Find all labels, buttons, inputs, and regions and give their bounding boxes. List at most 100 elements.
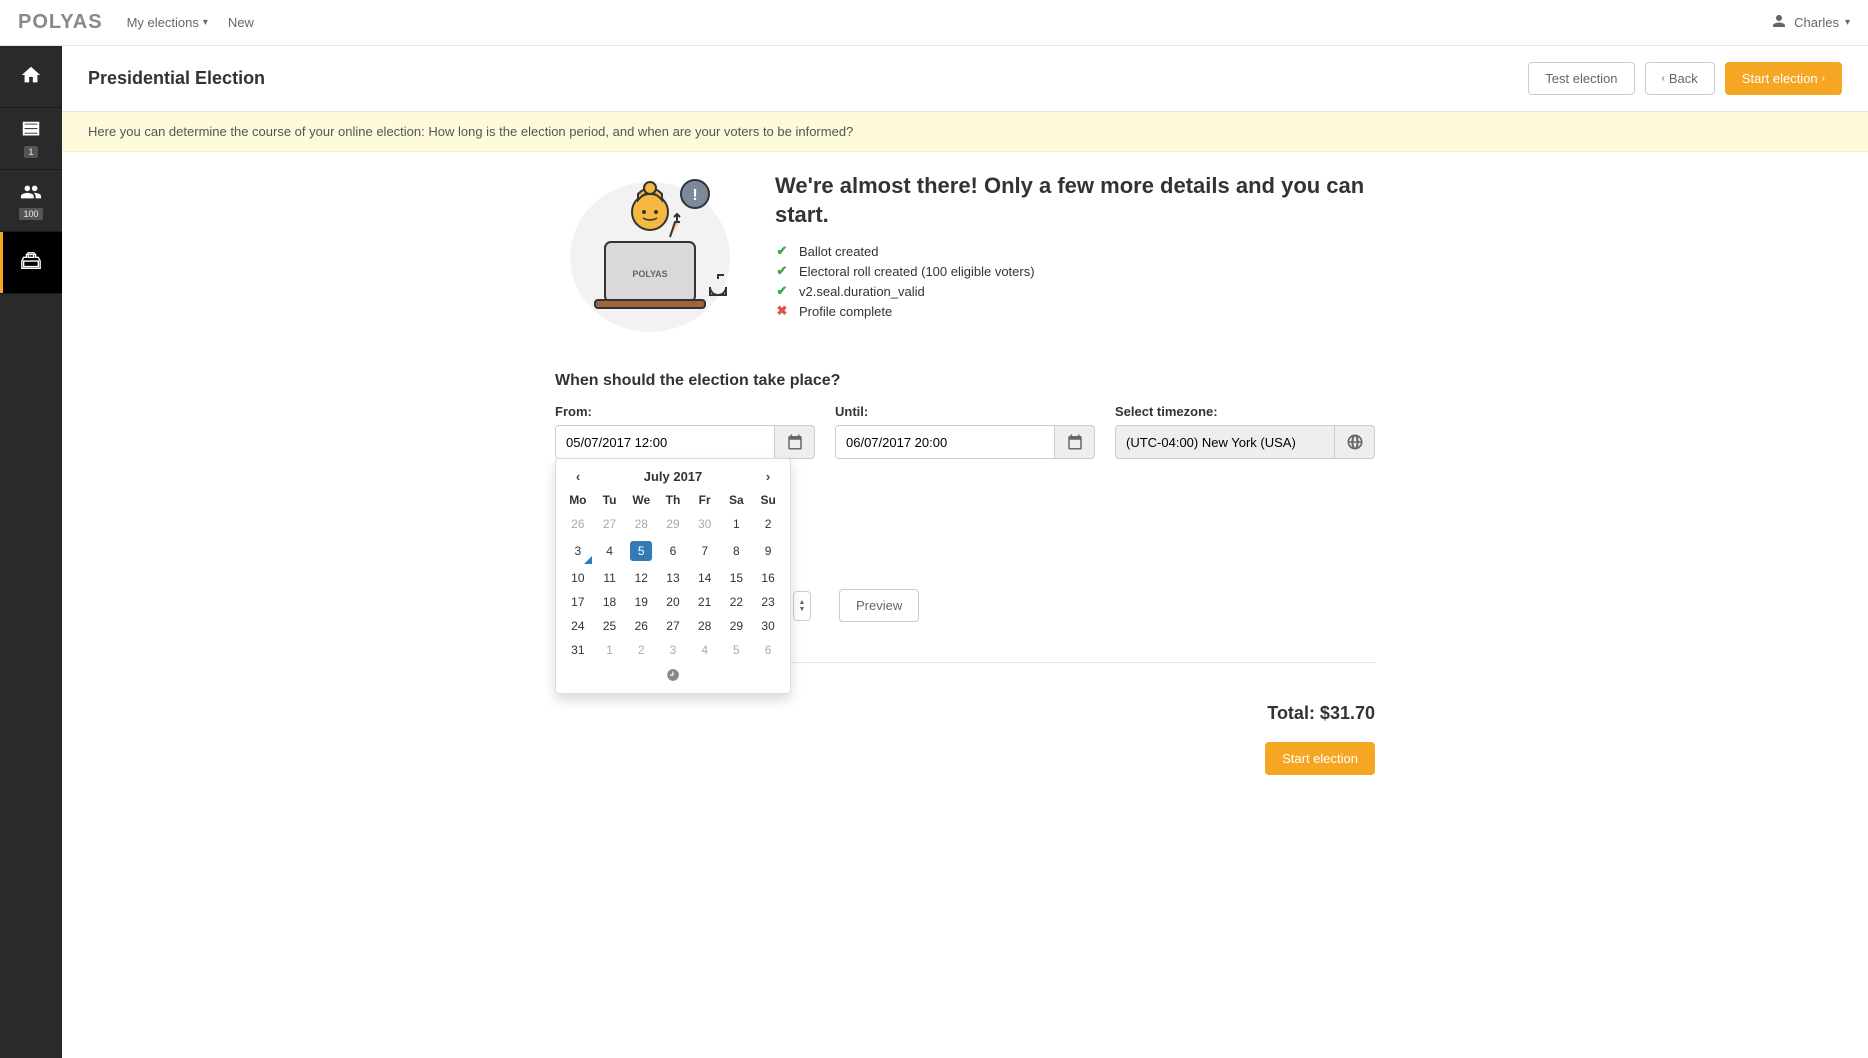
sidebar-item-seal[interactable]	[0, 232, 62, 294]
dp-dow-cell: Th	[657, 488, 689, 512]
list-icon	[20, 119, 42, 144]
page-title: Presidential Election	[88, 68, 265, 89]
dp-day[interactable]: 11	[594, 566, 626, 590]
start-election-button[interactable]: Start election ›	[1725, 62, 1842, 95]
dp-day[interactable]: 12	[625, 566, 657, 590]
group-icon	[20, 181, 42, 206]
topbar: POLYAS My elections ▾ New Charles ▾	[0, 0, 1868, 46]
dp-day[interactable]: 28	[625, 512, 657, 536]
main: Presidential Election Test election ‹ Ba…	[62, 46, 1868, 815]
dp-day[interactable]: 25	[594, 614, 626, 638]
dp-day[interactable]: 23	[752, 590, 784, 614]
dp-day[interactable]: 3	[657, 638, 689, 662]
dp-day[interactable]: 17	[562, 590, 594, 614]
dp-dow-cell: Tu	[594, 488, 626, 512]
dp-day[interactable]: 28	[689, 614, 721, 638]
dp-day[interactable]: 26	[562, 512, 594, 536]
dp-next[interactable]: ›	[758, 469, 778, 484]
dp-day[interactable]: 13	[657, 566, 689, 590]
chevron-down-icon: ▾	[203, 17, 208, 28]
start-election-button-bottom[interactable]: Start election	[1265, 742, 1375, 775]
dp-prev[interactable]: ‹	[568, 469, 588, 484]
globe-icon[interactable]	[1335, 425, 1375, 459]
chevron-left-icon: ‹	[1662, 73, 1665, 84]
checklist-label: Electoral roll created (100 eligible vot…	[799, 264, 1035, 279]
dp-day[interactable]: 29	[721, 614, 753, 638]
dp-dow-cell: Su	[752, 488, 784, 512]
dp-day[interactable]: 22	[721, 590, 753, 614]
ballot-box-icon	[20, 250, 42, 275]
nav-my-elections-label: My elections	[127, 15, 199, 30]
info-bar: Here you can determine the course of you…	[62, 112, 1868, 152]
datepicker: ‹ July 2017 › MoTuWeThFrSaSu 26272829301…	[555, 458, 791, 694]
schedule-section: When should the election take place? Fro…	[555, 372, 1375, 622]
dp-day[interactable]: 30	[752, 614, 784, 638]
dp-day[interactable]: 19	[625, 590, 657, 614]
dp-day[interactable]: 24	[562, 614, 594, 638]
caret-up-icon: ▲	[799, 599, 806, 606]
tz-input[interactable]	[1115, 425, 1335, 459]
dp-day[interactable]: 26	[625, 614, 657, 638]
dp-dow-cell: Fr	[689, 488, 721, 512]
preview-button[interactable]: Preview	[839, 589, 919, 622]
until-input[interactable]	[835, 425, 1055, 459]
dp-day[interactable]: 31	[562, 638, 594, 662]
dp-day[interactable]: 27	[594, 512, 626, 536]
check-icon: ✔	[775, 243, 789, 259]
checklist-item: ✔Electoral roll created (100 eligible vo…	[775, 263, 1375, 279]
brand-logo: POLYAS	[18, 11, 103, 34]
dp-day[interactable]: 1	[594, 638, 626, 662]
from-input[interactable]	[555, 425, 775, 459]
svg-text:!: !	[692, 187, 697, 204]
test-election-button[interactable]: Test election	[1528, 62, 1634, 95]
dp-day[interactable]: 10	[562, 566, 594, 590]
dp-day[interactable]: 27	[657, 614, 689, 638]
dp-day[interactable]: 3	[562, 536, 594, 566]
calendar-icon[interactable]	[775, 425, 815, 459]
checklist-label: v2.seal.duration_valid	[799, 284, 925, 299]
total-text: Total: $31.70	[1265, 703, 1375, 724]
dp-day[interactable]: 5	[721, 638, 753, 662]
dp-table: MoTuWeThFrSaSu 2627282930123456789101112…	[562, 488, 784, 662]
dp-day[interactable]: 15	[721, 566, 753, 590]
dp-day[interactable]: 7	[689, 536, 721, 566]
dp-day[interactable]: 21	[689, 590, 721, 614]
dp-time-toggle[interactable]	[562, 662, 784, 687]
checklist: ✔Ballot created✔Electoral roll created (…	[775, 243, 1375, 319]
dp-day[interactable]: 20	[657, 590, 689, 614]
dp-day[interactable]: 2	[625, 638, 657, 662]
tz-input-group	[1115, 425, 1375, 459]
nav-new[interactable]: New	[228, 15, 254, 30]
dp-day[interactable]: 29	[657, 512, 689, 536]
dp-day[interactable]: 14	[689, 566, 721, 590]
calendar-icon[interactable]	[1055, 425, 1095, 459]
back-label: Back	[1669, 71, 1698, 86]
dp-day[interactable]: 4	[689, 638, 721, 662]
dp-day[interactable]: 6	[657, 536, 689, 566]
sidebar: 1 100	[0, 46, 62, 1058]
dp-dow-cell: Mo	[562, 488, 594, 512]
dp-day[interactable]: 5	[625, 536, 657, 566]
user-menu[interactable]: Charles ▾	[1770, 12, 1850, 33]
sidebar-item-voters[interactable]: 100	[0, 170, 62, 232]
dp-day[interactable]: 16	[752, 566, 784, 590]
stepper-button[interactable]: ▲ ▼	[793, 591, 811, 621]
chevron-down-icon: ▾	[1845, 17, 1850, 28]
checklist-item: ✔v2.seal.duration_valid	[775, 283, 1375, 299]
dp-day[interactable]: 9	[752, 536, 784, 566]
dp-month[interactable]: July 2017	[644, 469, 703, 484]
dp-day[interactable]: 2	[752, 512, 784, 536]
dp-day[interactable]: 4	[594, 536, 626, 566]
dp-day[interactable]: 6	[752, 638, 784, 662]
back-button[interactable]: ‹ Back	[1645, 62, 1715, 95]
dp-day[interactable]: 18	[594, 590, 626, 614]
dp-day[interactable]: 1	[721, 512, 753, 536]
sidebar-item-ballot[interactable]: 1	[0, 108, 62, 170]
hero: POLYAS ! We're almost there! Only a few …	[555, 172, 1375, 332]
content: POLYAS ! We're almost there! Only a few …	[555, 152, 1375, 815]
dp-dow-cell: We	[625, 488, 657, 512]
nav-my-elections[interactable]: My elections ▾	[127, 15, 208, 30]
dp-day[interactable]: 30	[689, 512, 721, 536]
sidebar-item-home[interactable]	[0, 46, 62, 108]
dp-day[interactable]: 8	[721, 536, 753, 566]
